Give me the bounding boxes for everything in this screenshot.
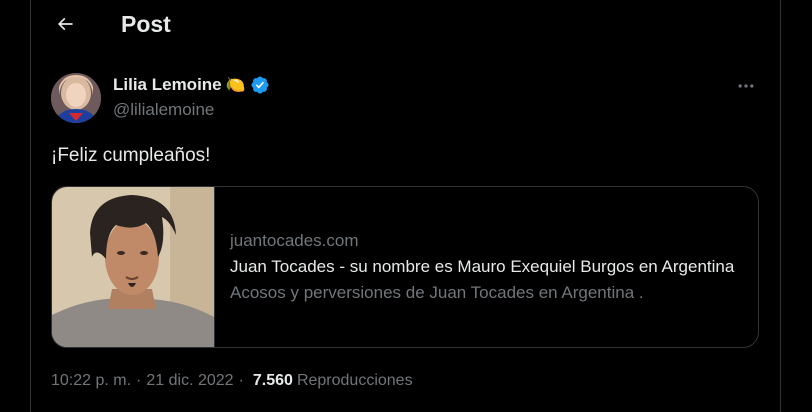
verified-badge-icon [251, 76, 269, 94]
author-name-row[interactable]: Lilia Lemoine 🍋 [113, 75, 270, 95]
more-horizontal-icon [738, 84, 754, 88]
post-text: ¡Feliz cumpleaños! [51, 145, 211, 166]
view-count: 7.560 [252, 372, 293, 389]
meta-separator: · [238, 372, 244, 389]
avatar[interactable] [51, 73, 101, 123]
views-label: Reproducciones [296, 372, 413, 389]
card-title: Juan Tocades - su nombre es Mauro Exequi… [230, 257, 735, 276]
post-meta: 10:22 p. m. · 21 dic. 2022 · 7.560 Repro… [51, 372, 413, 390]
post-time[interactable]: 10:22 p. m. [51, 372, 131, 390]
card-thumbnail-image [52, 187, 214, 347]
arrow-left-icon [57, 17, 73, 31]
card-description: Acosos y perversiones de Juan Tocades en… [230, 283, 644, 302]
card-thumbnail[interactable] [52, 187, 214, 347]
author-name[interactable]: Lilia Lemoine [113, 75, 222, 95]
link-card[interactable]: juantocades.com Juan Tocades - su nombre… [51, 186, 759, 348]
post-date[interactable]: 21 dic. 2022 [146, 372, 233, 390]
page-title: Post [121, 11, 171, 37]
card-domain: juantocades.com [230, 231, 359, 250]
avatar-image [51, 73, 101, 123]
back-button[interactable] [47, 6, 83, 42]
lemon-emoji: 🍋 [225, 77, 246, 94]
post-header: Post [31, 0, 780, 52]
card-body[interactable]: juantocades.com Juan Tocades - su nombre… [230, 231, 748, 303]
post-panel: Post Lilia Lemoine 🍋 @lilialemoine ¡Feli… [30, 0, 781, 412]
more-button[interactable] [729, 74, 763, 98]
card-divider [214, 187, 215, 347]
meta-separator: · [136, 372, 142, 389]
author-handle[interactable]: @lilialemoine [113, 100, 214, 120]
